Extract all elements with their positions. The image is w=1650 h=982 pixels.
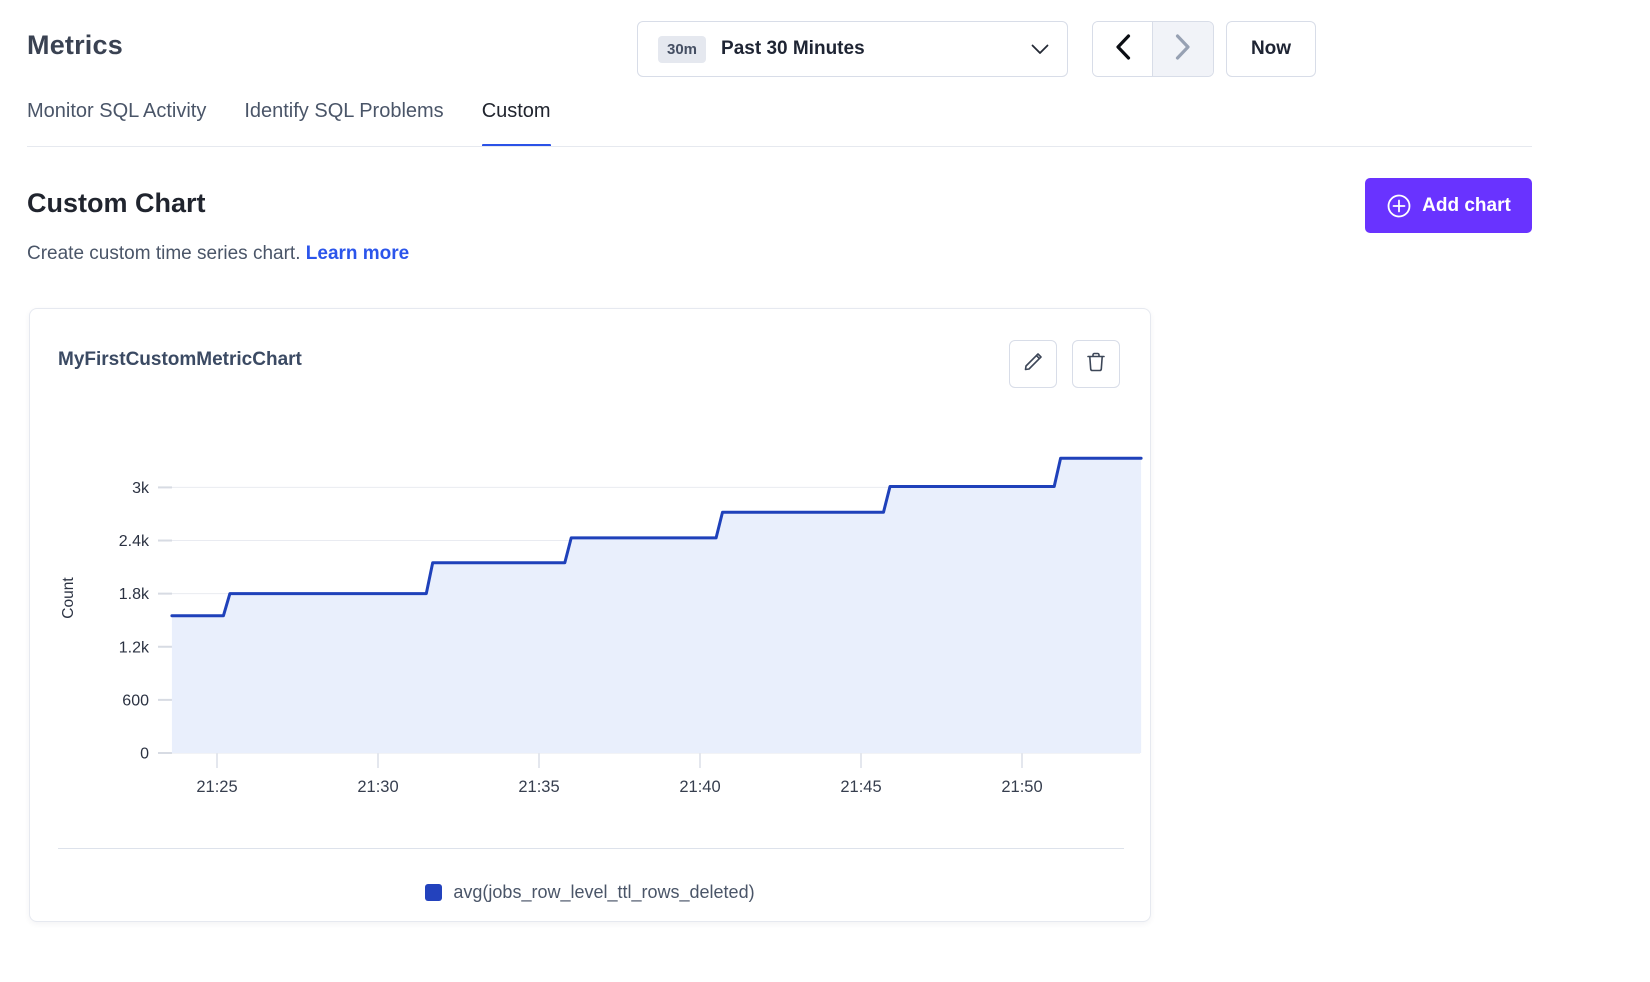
time-back-button[interactable] xyxy=(1093,22,1153,76)
y-axis-label: Count xyxy=(60,577,77,619)
svg-text:1.8k: 1.8k xyxy=(119,586,150,603)
chevron-right-icon xyxy=(1175,34,1191,65)
time-range-picker[interactable]: 30m Past 30 Minutes xyxy=(637,21,1068,77)
add-chart-label: Add chart xyxy=(1422,195,1511,217)
legend-swatch xyxy=(425,884,442,901)
svg-text:21:50: 21:50 xyxy=(1001,778,1042,796)
chart-legend[interactable]: avg(jobs_row_level_ttl_rows_deleted) xyxy=(30,869,1150,915)
svg-text:21:35: 21:35 xyxy=(518,778,559,796)
timeseries-chart[interactable]: 0 600 1.2k 1.8k 2.4k 3k 21:25 21:30 21:35 21:40 21… xyxy=(30,421,1152,801)
card-divider xyxy=(58,848,1124,849)
learn-more-link[interactable]: Learn more xyxy=(306,243,409,264)
page-title: Metrics xyxy=(27,30,123,61)
time-range-label: Past 30 Minutes xyxy=(721,38,865,60)
chart-title: MyFirstCustomMetricChart xyxy=(58,349,302,371)
custom-chart-card: MyFirstCustomMetricChart 0 600 1.2k 1.8k 2.4… xyxy=(29,308,1151,922)
tabs-divider xyxy=(27,146,1532,147)
now-button[interactable]: Now xyxy=(1226,21,1316,77)
svg-text:21:25: 21:25 xyxy=(196,778,237,796)
trash-icon xyxy=(1084,350,1108,379)
time-forward-button[interactable] xyxy=(1153,22,1213,76)
chevron-down-icon xyxy=(1031,44,1049,55)
svg-text:600: 600 xyxy=(122,692,149,709)
tab-custom[interactable]: Custom xyxy=(482,100,551,147)
svg-text:1.2k: 1.2k xyxy=(119,639,150,656)
delete-chart-button[interactable] xyxy=(1072,340,1120,388)
svg-text:3k: 3k xyxy=(132,480,150,497)
svg-text:21:40: 21:40 xyxy=(679,778,720,796)
metrics-tabs: Monitor SQL Activity Identify SQL Proble… xyxy=(27,100,551,147)
svg-text:2.4k: 2.4k xyxy=(119,533,150,550)
time-range-badge: 30m xyxy=(658,36,706,63)
edit-chart-button[interactable] xyxy=(1009,340,1057,388)
pencil-icon xyxy=(1021,350,1045,379)
add-chart-button[interactable]: Add chart xyxy=(1365,178,1532,233)
legend-label: avg(jobs_row_level_ttl_rows_deleted) xyxy=(453,882,754,903)
svg-text:21:45: 21:45 xyxy=(840,778,881,796)
time-nav-group xyxy=(1092,21,1214,77)
section-title: Custom Chart xyxy=(27,188,206,219)
plus-circle-icon xyxy=(1386,193,1412,219)
tab-monitor-sql-activity[interactable]: Monitor SQL Activity xyxy=(27,100,206,147)
svg-text:21:30: 21:30 xyxy=(357,778,398,796)
tab-identify-sql-problems[interactable]: Identify SQL Problems xyxy=(244,100,443,147)
section-description: Create custom time series chart. Learn m… xyxy=(27,243,409,265)
svg-text:0: 0 xyxy=(140,746,149,763)
chevron-left-icon xyxy=(1115,34,1131,65)
